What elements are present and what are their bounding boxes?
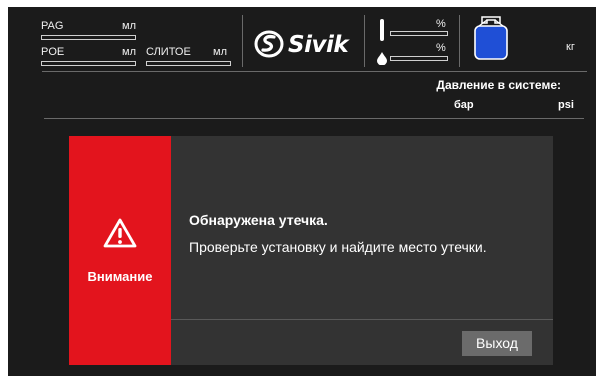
- alert-side-label: Внимание: [87, 269, 153, 284]
- drain-label: СЛИТОЕ: [146, 46, 191, 58]
- drain-unit: мл: [213, 46, 227, 58]
- header-divider: [459, 15, 460, 67]
- pressure-divider: [44, 118, 584, 119]
- alert-message: Проверьте установку и найдите место утеч…: [189, 239, 487, 255]
- pag-label: PAG: [41, 20, 64, 32]
- header-divider: [242, 15, 243, 67]
- exit-button[interactable]: Выход: [462, 331, 532, 356]
- poe-level-bar: [41, 61, 136, 66]
- humidity-bar: [390, 56, 448, 61]
- warning-icon: [103, 218, 137, 248]
- pressure-unit-psi: psi: [558, 99, 574, 111]
- drop-icon: [377, 52, 387, 65]
- sivik-logo: Sivik: [254, 29, 359, 59]
- thermometer-icon: [380, 19, 384, 41]
- tank-unit: кг: [566, 41, 575, 53]
- temperature-unit: %: [436, 18, 446, 30]
- refrigerant-tank-icon: [474, 16, 508, 60]
- temperature-bar: [390, 31, 448, 36]
- alert-side-panel: Внимание: [69, 136, 171, 365]
- poe-unit: мл: [122, 46, 136, 58]
- header-divider: [364, 15, 365, 67]
- brand-name: Sivik: [288, 32, 349, 58]
- humidity-unit: %: [436, 42, 446, 54]
- sivik-logo-icon: [254, 30, 284, 58]
- header-bottom-line: [42, 71, 587, 72]
- drain-level-bar: [146, 61, 231, 66]
- poe-label: POE: [41, 46, 65, 58]
- leak-alert-dialog: Внимание Обнаружена утечка. Проверьте ус…: [69, 136, 553, 365]
- pag-unit: мл: [122, 20, 136, 32]
- pressure-title: Давление в системе:: [436, 78, 561, 92]
- screen: PAG мл POE мл СЛИТОЕ мл Sivik % % кг Дав…: [8, 7, 596, 376]
- alert-title: Обнаружена утечка.: [189, 212, 328, 228]
- pag-level-bar: [41, 35, 136, 40]
- pressure-unit-bar: бар: [454, 99, 474, 111]
- dialog-divider: [171, 319, 553, 320]
